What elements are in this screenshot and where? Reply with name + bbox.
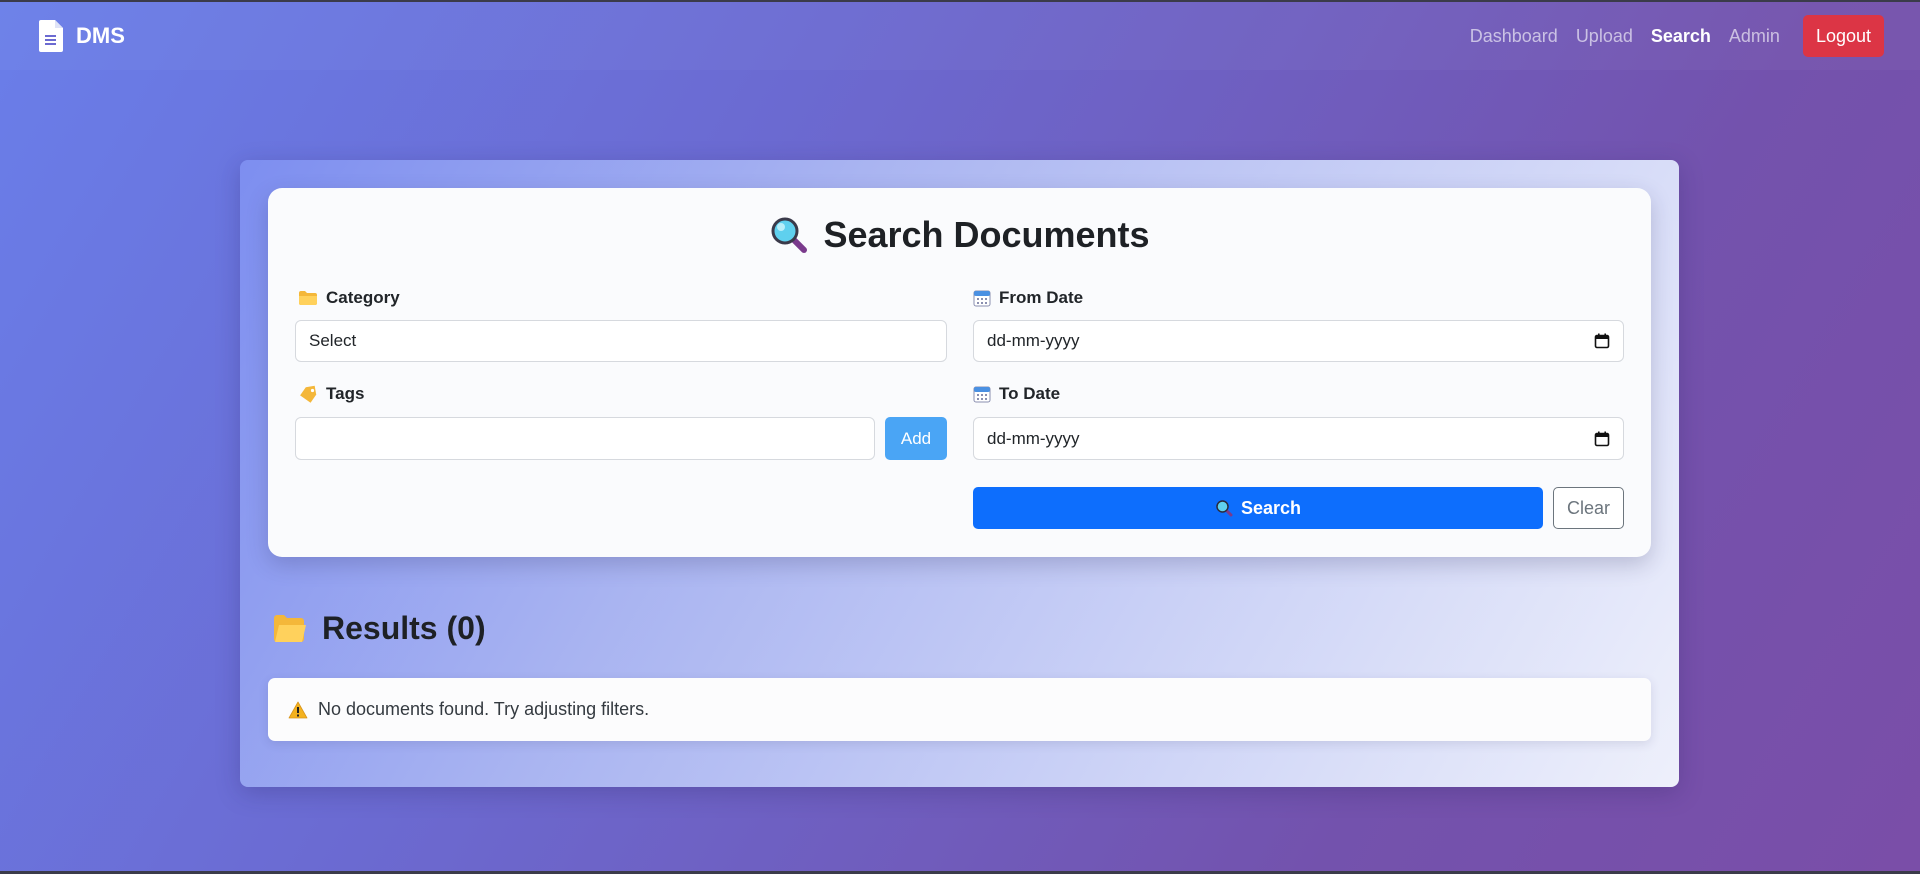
tag-icon <box>298 385 318 403</box>
calendar-icon <box>973 385 991 403</box>
tags-label-text: Tags <box>326 384 365 403</box>
nav-link-admin[interactable]: Admin <box>1729 26 1780 47</box>
category-label: Category <box>298 288 400 308</box>
tags-label: Tags <box>298 384 364 404</box>
search-button[interactable]: Search <box>973 487 1543 529</box>
logout-button[interactable]: Logout <box>1802 15 1884 57</box>
calendar-picker-icon[interactable] <box>1594 333 1610 349</box>
empty-results-message: No documents found. Try adjusting filter… <box>318 699 650 719</box>
to-date-placeholder: dd-mm-yyyy <box>987 428 1080 448</box>
from-date-input[interactable]: dd-mm-yyyy <box>973 320 1624 362</box>
calendar-picker-icon[interactable] <box>1594 431 1610 447</box>
page-title-text: Search Documents <box>823 214 1150 255</box>
from-date-label-text: From Date <box>999 288 1084 307</box>
page-container: Search Documents Category Select From Da… <box>240 160 1679 787</box>
from-date-label: From Date <box>973 288 1083 308</box>
search-form-card: Search Documents Category Select From Da… <box>268 188 1651 557</box>
brand-name: DMS <box>76 23 125 48</box>
category-select-value: Select <box>309 331 357 350</box>
search-button-label: Search <box>1240 497 1302 518</box>
document-icon <box>38 19 64 53</box>
clear-button[interactable]: Clear <box>1553 487 1624 529</box>
nav-link-upload[interactable]: Upload <box>1576 26 1633 47</box>
search-icon <box>1215 499 1233 517</box>
category-select[interactable]: Select <box>295 320 947 362</box>
folder-icon <box>298 290 318 306</box>
add-tag-button[interactable]: Add <box>885 417 947 460</box>
open-folder-icon <box>272 614 308 644</box>
brand[interactable]: DMS <box>38 19 125 53</box>
to-date-input[interactable]: dd-mm-yyyy <box>973 417 1624 460</box>
to-date-label: To Date <box>973 384 1060 404</box>
warning-icon <box>288 701 308 719</box>
to-date-label-text: To Date <box>999 384 1061 403</box>
from-date-placeholder: dd-mm-yyyy <box>987 331 1080 350</box>
calendar-icon <box>973 289 991 307</box>
page-title: Search Documents <box>268 214 1651 256</box>
nav-link-search[interactable]: Search <box>1651 26 1711 47</box>
tags-input[interactable] <box>295 417 875 460</box>
empty-results-alert: No documents found. Try adjusting filter… <box>268 678 1651 741</box>
results-heading-text: Results (0) <box>322 610 486 646</box>
results-heading: Results (0) <box>272 610 486 647</box>
category-label-text: Category <box>326 288 400 307</box>
nav-link-dashboard[interactable]: Dashboard <box>1470 26 1558 47</box>
navbar: DMS Dashboard Upload Search Admin Logout <box>0 2 1920 70</box>
magnifying-glass-icon <box>769 215 809 255</box>
nav-links: Dashboard Upload Search Admin Logout <box>1470 15 1884 57</box>
